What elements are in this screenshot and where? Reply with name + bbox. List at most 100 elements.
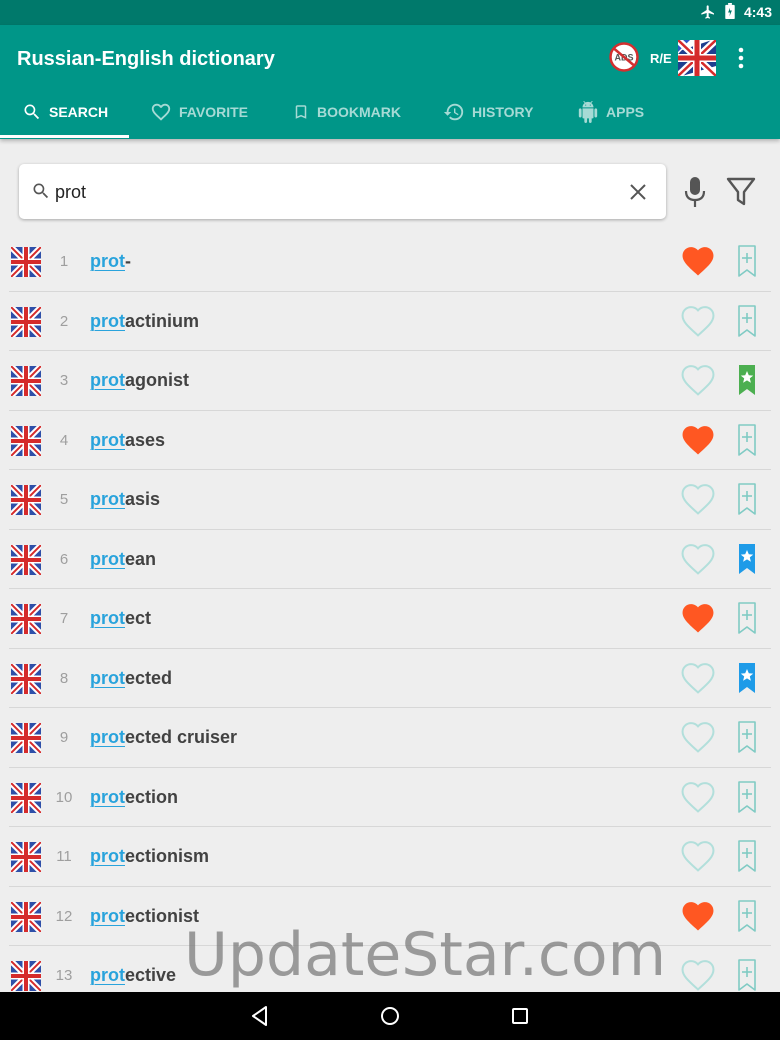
result-word[interactable]: protected cruiser [90, 727, 237, 748]
remove-ads-icon[interactable]: ADS [609, 42, 639, 72]
clear-icon[interactable] [628, 182, 648, 202]
result-word[interactable]: prot- [90, 251, 131, 272]
uk-flag-icon [8, 780, 44, 815]
back-icon[interactable] [248, 1004, 272, 1028]
result-row[interactable]: 9 protected cruiser [0, 708, 780, 768]
result-row[interactable]: 2 protactinium [0, 292, 780, 352]
result-word-rest: ectionist [125, 905, 200, 926]
result-word-rest: ean [125, 548, 157, 569]
add-bookmark-icon[interactable] [737, 720, 757, 754]
result-row[interactable]: 5 protasis [0, 470, 780, 530]
microphone-icon[interactable] [683, 175, 707, 209]
results-list: 1 prot- 2 protactinium 3 protagonist 4 protases… [0, 232, 780, 1006]
favorite-outline-icon[interactable] [681, 305, 715, 337]
filter-icon[interactable] [726, 176, 756, 208]
result-word[interactable]: protectionism [90, 846, 209, 867]
favorite-filled-icon[interactable] [681, 602, 715, 634]
result-number: 13 [55, 967, 73, 984]
result-word[interactable]: protect [90, 608, 151, 629]
favorite-outline-icon[interactable] [681, 781, 715, 813]
result-row[interactable]: 11 protectionism [0, 827, 780, 887]
result-word-match: prot [90, 965, 125, 985]
uk-flag-icon [8, 304, 44, 339]
result-row[interactable]: 4 protases [0, 411, 780, 471]
add-bookmark-icon[interactable] [737, 244, 757, 278]
tab-history[interactable]: HISTORY [443, 85, 533, 139]
result-row[interactable]: 1 prot- [0, 232, 780, 292]
language-direction-label[interactable]: R/E [650, 51, 672, 66]
search-icon [24, 104, 40, 120]
result-word[interactable]: protagonist [90, 370, 189, 391]
result-row[interactable]: 7 protect [0, 589, 780, 649]
recents-icon[interactable] [508, 1004, 532, 1028]
add-bookmark-icon[interactable] [737, 482, 757, 516]
result-row[interactable]: 8 protected [0, 649, 780, 709]
result-word[interactable]: protectionist [90, 906, 199, 927]
result-word[interactable]: protactinium [90, 311, 199, 332]
result-word[interactable]: protected [90, 668, 172, 689]
result-number: 5 [59, 491, 69, 508]
result-row[interactable]: 3 protagonist [0, 351, 780, 411]
favorite-outline-icon[interactable] [681, 662, 715, 694]
home-icon[interactable] [378, 1004, 402, 1028]
tab-favorite[interactable]: FAVORITE [150, 85, 248, 139]
result-word-rest: ectionism [125, 846, 210, 866]
result-word-match: prot [90, 727, 125, 747]
tab-bookmark[interactable]: BOOKMARK [292, 85, 401, 139]
tab-apps[interactable]: APPS [577, 85, 644, 139]
result-word[interactable]: protection [90, 787, 178, 808]
uk-flag-icon [8, 482, 44, 518]
favorite-filled-icon[interactable] [681, 424, 715, 456]
favorite-outline-icon[interactable] [681, 364, 715, 396]
uk-flag-icon[interactable] [678, 40, 716, 76]
add-bookmark-icon[interactable] [737, 780, 757, 814]
add-bookmark-icon[interactable] [737, 899, 757, 933]
favorite-outline-icon[interactable] [681, 543, 715, 575]
bookmarked-star-icon[interactable] [737, 542, 757, 576]
result-word-rest: ases [125, 429, 166, 450]
result-word-rest: ection [125, 786, 179, 807]
result-number: 1 [59, 253, 69, 270]
add-bookmark-icon[interactable] [737, 839, 757, 873]
result-word-rest: - [125, 251, 131, 271]
result-word[interactable]: protases [90, 430, 165, 451]
overflow-menu-icon[interactable] [731, 45, 751, 71]
result-word[interactable]: protective [90, 965, 176, 986]
result-word[interactable]: protasis [90, 489, 160, 510]
tab-search[interactable]: SEARCH [22, 85, 108, 139]
heart-icon [151, 103, 171, 121]
result-word-rest: actinium [125, 310, 200, 331]
bookmarked-star-icon[interactable] [737, 661, 757, 695]
favorite-outline-icon[interactable] [681, 483, 715, 515]
favorite-outline-icon[interactable] [681, 721, 715, 753]
search-input[interactable] [53, 178, 617, 206]
bookmarked-star-icon[interactable] [737, 363, 757, 397]
status-bar: 4:43 [0, 0, 780, 25]
tab-search-label: SEARCH [49, 104, 109, 120]
result-number: 2 [59, 312, 69, 330]
add-bookmark-icon[interactable] [737, 958, 757, 992]
airplane-icon [701, 4, 714, 19]
favorite-outline-icon[interactable] [681, 959, 715, 991]
favorite-filled-icon[interactable] [681, 900, 715, 932]
result-row[interactable]: 10 protection [0, 768, 780, 828]
result-word-rest: ective [125, 965, 177, 985]
result-word-match: prot [90, 489, 125, 509]
result-number: 10 [55, 788, 73, 806]
result-row[interactable]: 6 protean [0, 530, 780, 590]
result-row[interactable]: 12 protectionist [0, 887, 780, 947]
add-bookmark-icon[interactable] [737, 304, 757, 338]
result-number: 6 [59, 550, 69, 568]
tab-apps-label: APPS [606, 104, 645, 120]
result-number: 9 [59, 729, 69, 746]
result-word-match: prot [90, 786, 125, 807]
add-bookmark-icon[interactable] [737, 601, 757, 635]
add-bookmark-icon[interactable] [737, 423, 757, 457]
status-time: 4:43 [743, 3, 772, 20]
uk-flag-icon [8, 601, 44, 637]
favorite-outline-icon[interactable] [681, 840, 715, 872]
tab-bookmark-label: BOOKMARK [317, 104, 401, 120]
result-word[interactable]: protean [90, 549, 156, 570]
result-word-rest: ected [125, 667, 173, 688]
favorite-filled-icon[interactable] [681, 245, 715, 277]
